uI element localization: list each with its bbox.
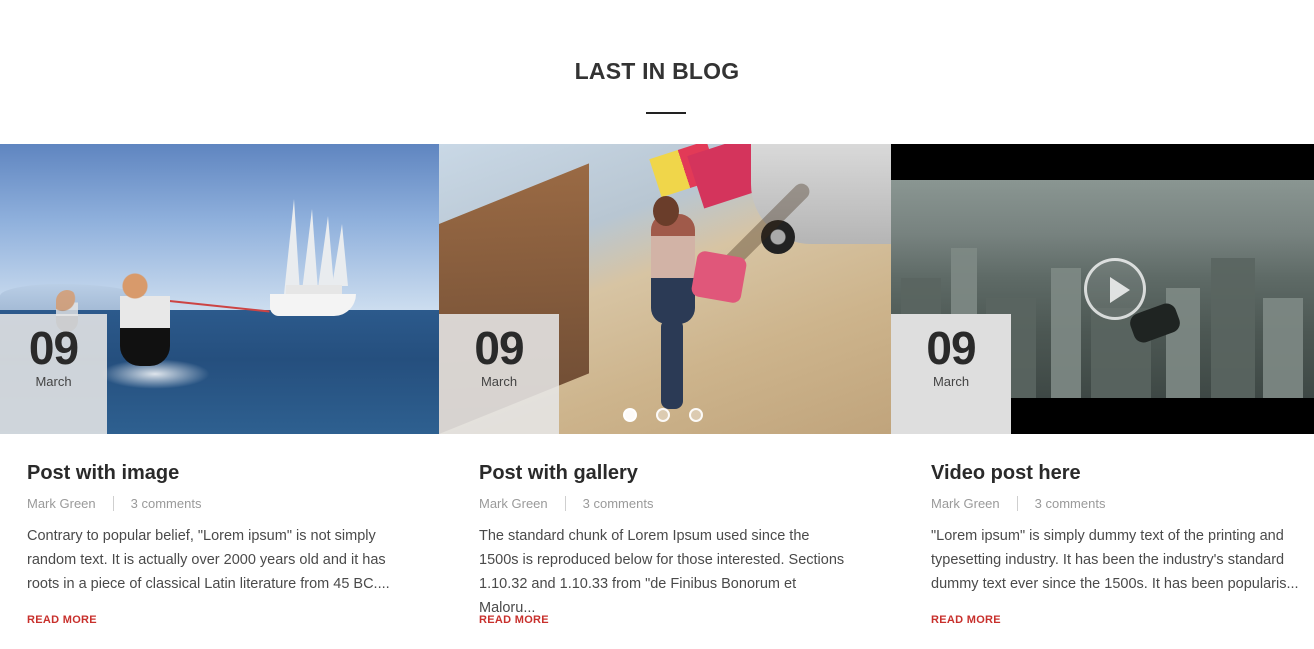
date-day: 09 <box>474 322 524 374</box>
building <box>1051 268 1081 398</box>
post-author[interactable]: Mark Green <box>479 496 548 511</box>
post-body: Video post here Mark Green 3 comments "L… <box>931 460 1301 626</box>
date-badge: 09 March <box>439 314 559 434</box>
date-day: 09 <box>926 322 976 374</box>
post-comments[interactable]: 3 comments <box>131 496 202 511</box>
post-excerpt: The standard chunk of Lorem Ipsum used s… <box>479 528 845 616</box>
date-badge: 09 March <box>891 314 1011 434</box>
blog-card-gallery: 09 March Post with gallery Mark Green 3 … <box>439 144 891 649</box>
play-icon[interactable] <box>1084 258 1146 320</box>
post-body: Post with gallery Mark Green 3 comments … <box>479 460 849 626</box>
meta-divider <box>1016 495 1018 511</box>
post-body: Post with image Mark Green 3 comments Co… <box>27 460 397 626</box>
read-more-link[interactable]: READ MORE <box>27 614 97 626</box>
post-image[interactable]: 09 March <box>0 144 439 434</box>
title-divider <box>646 112 686 114</box>
ship-sail <box>284 199 300 294</box>
post-author[interactable]: Mark Green <box>27 496 96 511</box>
post-author[interactable]: Mark Green <box>931 496 1000 511</box>
ship-sail <box>302 209 318 291</box>
post-title[interactable]: Post with gallery <box>479 460 849 486</box>
gallery-dot[interactable] <box>623 408 637 422</box>
gallery-dot[interactable] <box>656 408 670 422</box>
building <box>1263 298 1303 398</box>
walker-body <box>651 214 695 324</box>
building <box>1211 258 1255 398</box>
date-badge: 09 March <box>0 314 107 434</box>
date-month: March <box>932 374 970 389</box>
blog-card-video: 09 March Video post here Mark Green 3 co… <box>891 144 1314 649</box>
post-comments[interactable]: 3 comments <box>1035 496 1106 511</box>
gallery-pagination <box>623 408 703 422</box>
blog-card-image: 09 March Post with image Mark Green 3 co… <box>0 144 439 649</box>
post-meta: Mark Green 3 comments <box>27 494 397 512</box>
gallery-dot[interactable] <box>689 408 703 422</box>
post-video[interactable]: 09 March <box>891 144 1314 434</box>
water-skier <box>120 266 170 366</box>
post-comments[interactable]: 3 comments <box>583 496 654 511</box>
post-title[interactable]: Video post here <box>931 460 1301 486</box>
post-title[interactable]: Post with image <box>27 460 397 486</box>
date-month: March <box>480 374 518 389</box>
ship-hull <box>270 294 356 316</box>
read-more-link[interactable]: READ MORE <box>931 614 1001 626</box>
read-more-link[interactable]: READ MORE <box>479 614 549 626</box>
walker-head <box>653 196 679 226</box>
date-day: 09 <box>28 322 79 374</box>
post-meta: Mark Green 3 comments <box>479 494 849 512</box>
ship-sail <box>332 224 348 286</box>
meta-divider <box>112 495 114 511</box>
post-meta: Mark Green 3 comments <box>931 494 1301 512</box>
date-month: March <box>35 374 72 389</box>
walker-legs <box>661 319 683 409</box>
meta-divider <box>564 495 566 511</box>
section-title: LAST IN BLOG <box>574 58 740 84</box>
post-excerpt: "Lorem ipsum" is simply dummy text of th… <box>931 528 1299 592</box>
shopping-bag <box>690 250 748 304</box>
post-excerpt: Contrary to popular belief, "Lorem ipsum… <box>27 528 390 592</box>
post-gallery[interactable]: 09 March <box>439 144 891 434</box>
